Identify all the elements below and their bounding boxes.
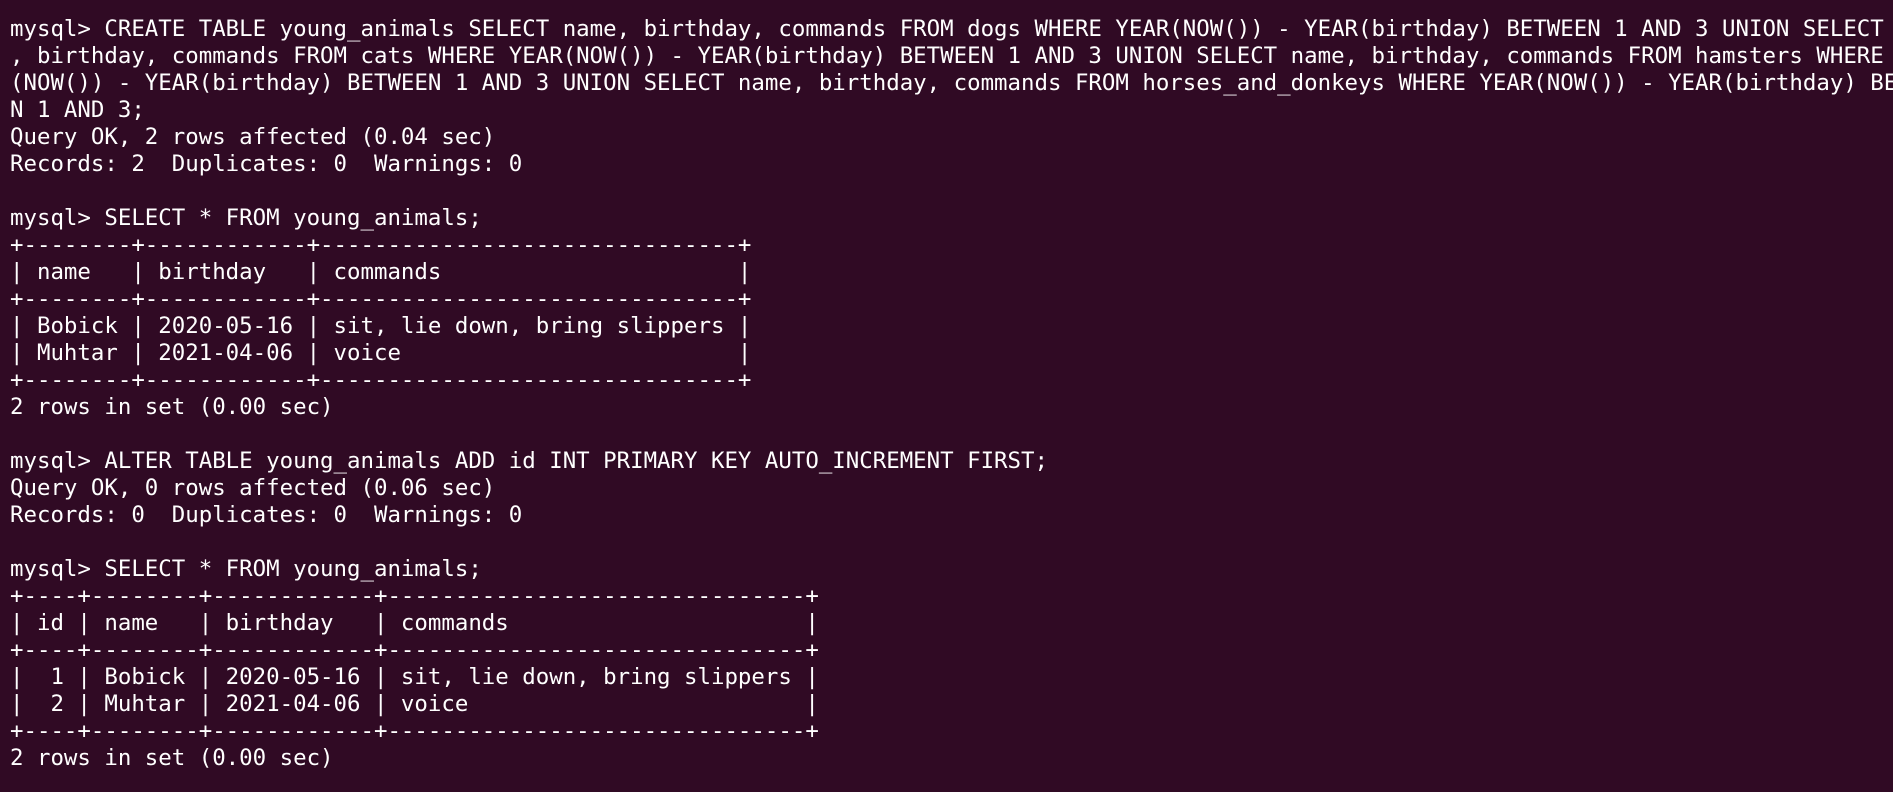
table-header-row: | name | birthday | commands | <box>10 259 752 285</box>
records-output: Records: 2 Duplicates: 0 Warnings: 0 <box>10 151 523 177</box>
command-select-1: mysql> SELECT * FROM young_animals; <box>10 205 482 231</box>
table-row: | Bobick | 2020-05-16 | sit, lie down, b… <box>10 313 752 339</box>
table-border: +----+--------+------------+------------… <box>10 583 819 609</box>
command-create-table-line-4: N 1 AND 3; <box>10 97 145 123</box>
table-border: +--------+------------+-----------------… <box>10 286 752 312</box>
terminal-window[interactable]: mysql> CREATE TABLE young_animals SELECT… <box>0 0 1893 792</box>
command-create-table-line-1: mysql> CREATE TABLE young_animals SELECT… <box>10 16 1893 42</box>
table-border: +----+--------+------------+------------… <box>10 637 819 663</box>
rows-in-set-output: 2 rows in set (0.00 sec) <box>10 394 334 420</box>
query-ok-output: Query OK, 0 rows affected (0.06 sec) <box>10 475 496 501</box>
records-output: Records: 0 Duplicates: 0 Warnings: 0 <box>10 502 523 528</box>
command-create-table-line-2: , birthday, commands FROM cats WHERE YEA… <box>10 43 1893 69</box>
table-border: +--------+------------+-----------------… <box>10 367 752 393</box>
table-border: +--------+------------+-----------------… <box>10 232 752 258</box>
table-header-row: | id | name | birthday | commands | <box>10 610 819 636</box>
command-alter-table: mysql> ALTER TABLE young_animals ADD id … <box>10 448 1048 474</box>
command-select-2: mysql> SELECT * FROM young_animals; <box>10 556 482 582</box>
rows-in-set-output: 2 rows in set (0.00 sec) <box>10 745 334 771</box>
table-border: +----+--------+------------+------------… <box>10 718 819 744</box>
table-row: | 1 | Bobick | 2020-05-16 | sit, lie dow… <box>10 664 819 690</box>
table-row: | Muhtar | 2021-04-06 | voice | <box>10 340 752 366</box>
command-create-table-line-3: (NOW()) - YEAR(birthday) BETWEEN 1 AND 3… <box>10 70 1893 96</box>
query-ok-output: Query OK, 2 rows affected (0.04 sec) <box>10 124 496 150</box>
table-row: | 2 | Muhtar | 2021-04-06 | voice | <box>10 691 819 717</box>
